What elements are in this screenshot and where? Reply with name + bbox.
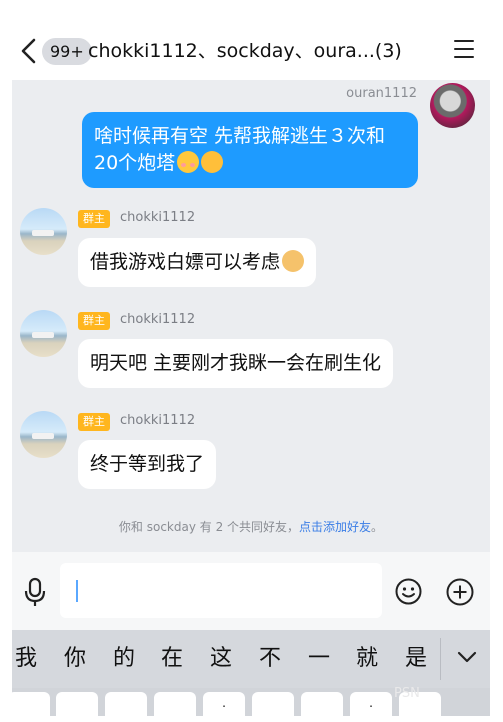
message-sender-name: chokki1112 <box>120 210 196 225</box>
message-input[interactable] <box>60 563 382 618</box>
candidate-divider <box>440 638 441 680</box>
blush-emoji-icon <box>177 151 200 173</box>
message-bubble[interactable]: 借我游戏白嫖可以考虑 <box>78 238 317 287</box>
candidate-word[interactable]: 不 <box>259 645 281 673</box>
cat-emoji-icon <box>282 250 305 272</box>
keyboard-candidate-bar: 我 你 的 在 这 不 一 就 是 <box>12 630 490 688</box>
chat-header: 99+ chokki1112、sockday、oura...(3) <box>12 10 490 80</box>
mutual-friends-tip: 你和 sockday 有 2 个共同好友，点击添加好友。 <box>12 518 490 535</box>
keyboard-key[interactable] <box>105 692 147 716</box>
message-sender-name: chokki1112 <box>120 312 196 327</box>
microphone-icon[interactable] <box>24 577 46 607</box>
key-label: . <box>369 696 373 710</box>
avatar[interactable] <box>430 83 475 128</box>
avatar[interactable] <box>20 310 67 357</box>
candidate-word[interactable]: 就 <box>356 645 378 673</box>
message-text: 借我游戏白嫖可以考虑 <box>90 251 281 273</box>
candidate-word[interactable]: 你 <box>64 645 86 673</box>
hug-emoji-icon <box>201 151 224 173</box>
avatar[interactable] <box>20 208 67 255</box>
message-bubble[interactable]: 明天吧 主要刚才我眯一会在刷生化 <box>78 339 394 388</box>
message-sender-name: chokki1112 <box>120 413 196 428</box>
group-owner-badge: 群主 <box>78 312 110 330</box>
candidate-word[interactable]: 一 <box>308 645 330 673</box>
tip-text: 你和 sockday 有 2 个共同好友， <box>118 520 300 534</box>
add-friend-link[interactable]: 点击添加好友 <box>299 520 371 534</box>
candidate-word[interactable]: 这 <box>210 645 232 673</box>
keyboard-key[interactable] <box>154 692 196 716</box>
tip-suffix: 。 <box>371 520 384 534</box>
candidate-word[interactable]: 是 <box>405 645 427 673</box>
keyboard-key[interactable] <box>301 692 343 716</box>
back-chevron-icon[interactable] <box>18 37 42 65</box>
input-bar <box>12 552 490 630</box>
message-text: 终于等到我了 <box>90 453 205 475</box>
candidate-word[interactable]: 在 <box>161 645 183 673</box>
watermark-text: PSN <box>394 686 420 701</box>
add-plus-icon[interactable] <box>446 578 474 606</box>
avatar[interactable] <box>20 411 67 458</box>
message-text: 明天吧 主要刚才我眯一会在刷生化 <box>90 352 382 374</box>
candidate-word[interactable]: 我 <box>15 645 37 673</box>
chat-title: chokki1112、sockday、oura...(3) <box>88 40 402 62</box>
watermark-logo: PSN <box>394 686 484 710</box>
keyboard-key[interactable] <box>252 692 294 716</box>
group-owner-badge: 群主 <box>78 210 110 228</box>
candidate-word[interactable]: 的 <box>113 645 135 673</box>
message-text: 啥时候再有空 先帮我解逃生３次和20个炮塔 <box>94 125 386 174</box>
text-caret <box>76 580 78 602</box>
message-bubble-mine[interactable]: 啥时候再有空 先帮我解逃生３次和20个炮塔 <box>82 112 418 188</box>
keyboard-key[interactable] <box>56 692 98 716</box>
emoji-smile-icon[interactable] <box>395 578 422 605</box>
key-label: . <box>222 696 226 710</box>
keyboard-key[interactable]: . <box>203 692 245 716</box>
keyboard-key[interactable] <box>12 692 50 716</box>
chevron-down-icon[interactable] <box>456 646 478 668</box>
menu-icon[interactable] <box>454 40 474 60</box>
chat-screen: 99+ chokki1112、sockday、oura...(3) ouran1… <box>12 10 490 716</box>
message-sender-name: ouran1112 <box>346 86 417 101</box>
message-bubble[interactable]: 终于等到我了 <box>78 440 217 489</box>
group-owner-badge: 群主 <box>78 413 110 431</box>
keyboard-key[interactable]: . <box>350 692 392 716</box>
unread-count-badge[interactable]: 99+ <box>42 38 92 65</box>
